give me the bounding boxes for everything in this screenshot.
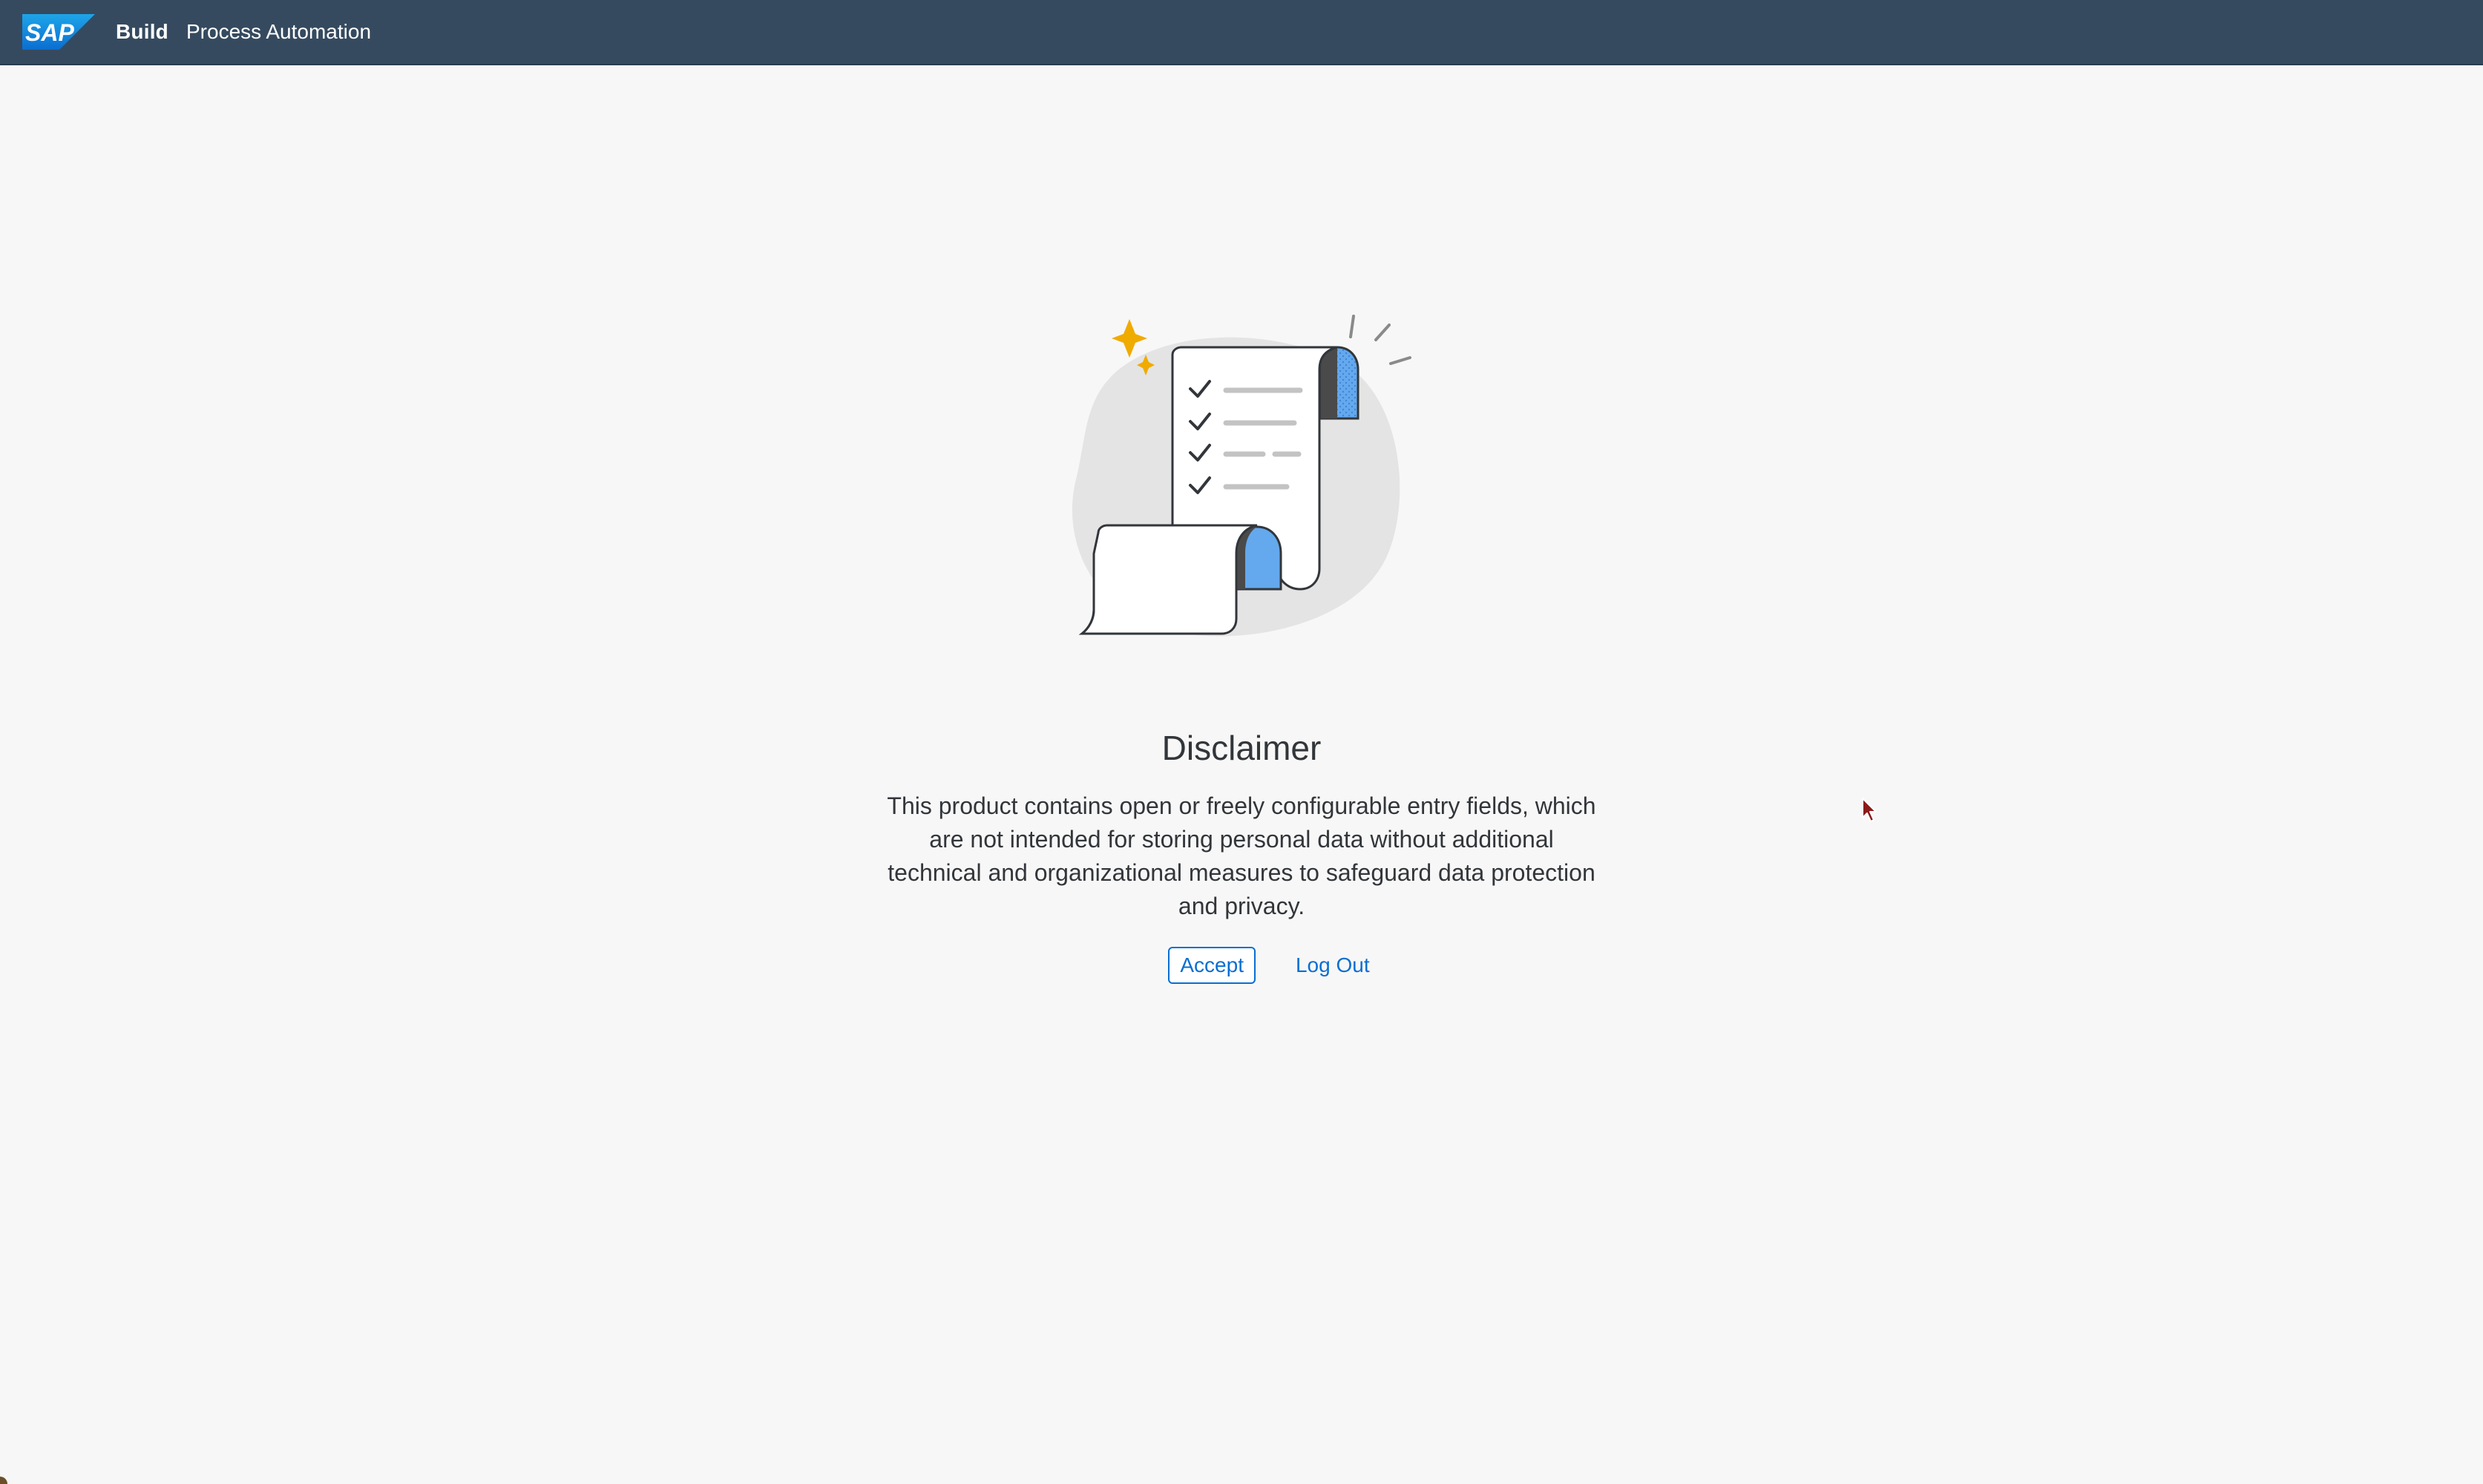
main-content: Disclaimer This product contains open or… xyxy=(0,67,2483,1484)
sap-logo[interactable]: SAP xyxy=(22,14,95,50)
product-name: Process Automation xyxy=(186,20,372,43)
document-scroll-illustration xyxy=(1072,315,1411,637)
dialog-title: Disclaimer xyxy=(1161,728,1322,767)
brand-name: Build xyxy=(116,20,168,43)
svg-text:SAP: SAP xyxy=(25,19,74,46)
accept-button[interactable]: Accept xyxy=(1168,947,1256,984)
dialog-actions: Accept Log Out xyxy=(0,947,2483,984)
disclaimer-message: This product contains open or freely con… xyxy=(887,792,1596,919)
mouse-cursor-icon xyxy=(1862,798,1877,822)
log-out-button[interactable]: Log Out xyxy=(1284,947,1382,984)
shell-bar: SAP Build Process Automation xyxy=(0,0,2483,65)
